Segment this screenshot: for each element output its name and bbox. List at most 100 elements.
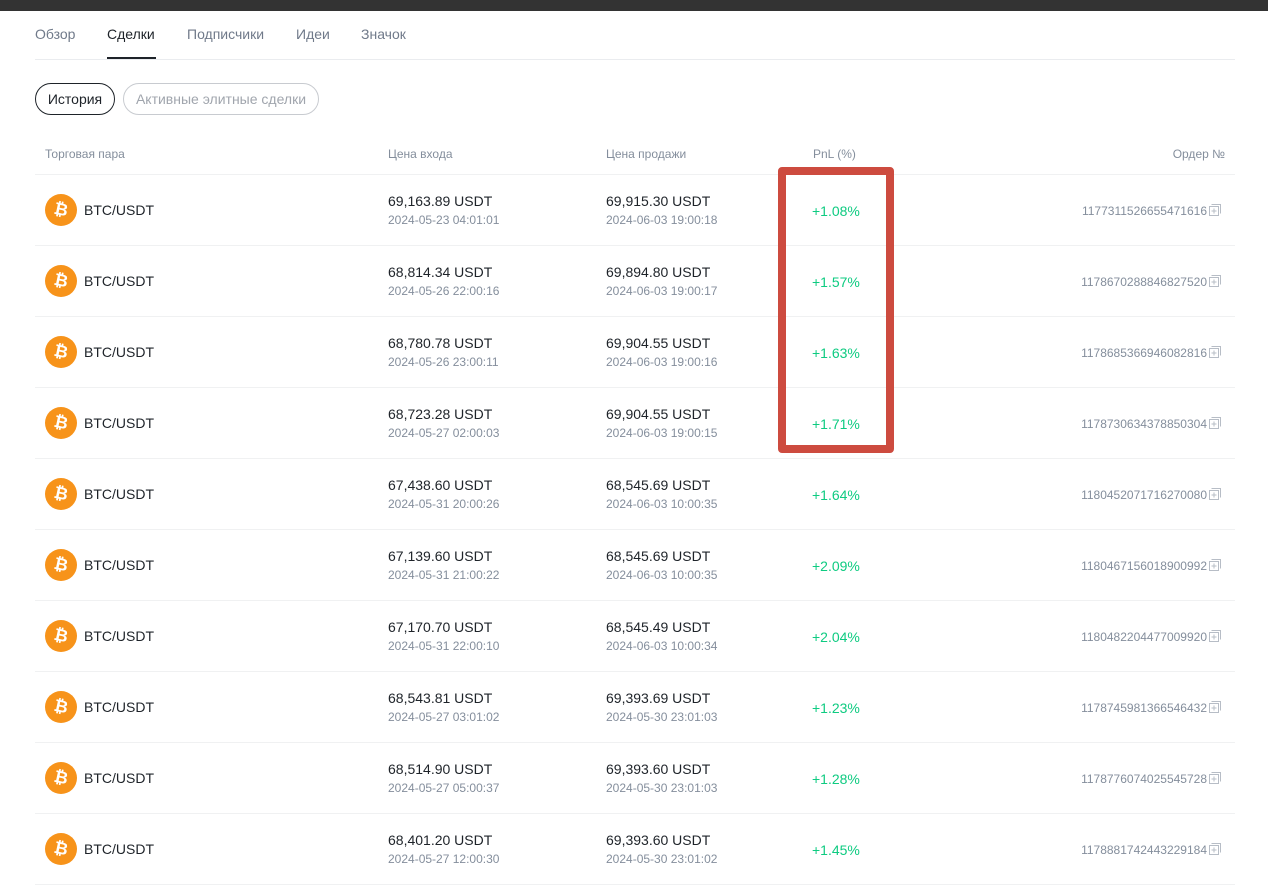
bitcoin-icon: ₿ xyxy=(45,478,77,510)
tab-overview[interactable]: Обзор xyxy=(35,26,75,42)
trading-pair: BTC/USDT xyxy=(84,628,154,644)
order-number: 1178745981366546432 xyxy=(1081,701,1207,715)
exit-time: 2024-06-03 19:00:16 xyxy=(606,355,718,369)
exit-price: 69,915.30 USDT xyxy=(606,193,711,209)
entry-time: 2024-05-27 05:00:37 xyxy=(388,781,500,795)
exit-price: 68,545.69 USDT xyxy=(606,477,711,493)
bitcoin-icon: ₿ xyxy=(45,549,77,581)
entry-time: 2024-05-31 21:00:22 xyxy=(388,568,500,582)
entry-time: 2024-05-26 23:00:11 xyxy=(388,355,499,369)
bitcoin-icon: ₿ xyxy=(45,194,77,226)
exit-time: 2024-06-03 19:00:15 xyxy=(606,426,718,440)
entry-price: 67,438.60 USDT xyxy=(388,477,493,493)
order-number: 1178670288846827520 xyxy=(1081,275,1207,289)
entry-time: 2024-05-23 04:01:01 xyxy=(388,213,500,227)
entry-price: 68,543.81 USDT xyxy=(388,690,493,706)
tab-ideas[interactable]: Идеи xyxy=(296,26,330,42)
tab-bar: Обзор Сделки Подписчики Идеи Значок xyxy=(35,11,1235,60)
trading-pair: BTC/USDT xyxy=(84,841,154,857)
exit-time: 2024-05-30 23:01:03 xyxy=(606,710,718,724)
exit-time: 2024-06-03 10:00:35 xyxy=(606,568,718,582)
bitcoin-icon: ₿ xyxy=(45,833,77,865)
pnl-value: +1.23% xyxy=(812,700,860,716)
exit-price: 69,393.69 USDT xyxy=(606,690,711,706)
column-header-pnl: PnL (%) xyxy=(813,147,856,161)
table-row: ₿ BTC/USDT 69,163.89 USDT 2024-05-23 04:01:… xyxy=(35,175,1235,246)
copy-icon[interactable] xyxy=(1209,345,1221,358)
exit-time: 2024-06-03 10:00:34 xyxy=(606,639,718,653)
copy-icon[interactable] xyxy=(1209,487,1221,500)
entry-time: 2024-05-31 20:00:26 xyxy=(388,497,500,511)
order-number: 1177311526655471616 xyxy=(1081,204,1207,218)
copy-icon[interactable] xyxy=(1209,274,1221,287)
order-number: 1178776074025545728 xyxy=(1081,772,1207,786)
tab-subscribers[interactable]: Подписчики xyxy=(187,26,264,42)
exit-time: 2024-05-30 23:01:03 xyxy=(606,781,718,795)
pnl-value: +1.71% xyxy=(812,416,860,432)
entry-price: 69,163.89 USDT xyxy=(388,193,493,209)
trading-pair: BTC/USDT xyxy=(84,202,154,218)
entry-price: 68,814.34 USDT xyxy=(388,264,493,280)
pnl-value: +1.64% xyxy=(812,487,860,503)
table-row: ₿ BTC/USDT 68,723.28 USDT 2024-05-27 02:00:… xyxy=(35,388,1235,459)
trading-pair: BTC/USDT xyxy=(84,770,154,786)
bitcoin-icon: ₿ xyxy=(45,620,77,652)
exit-time: 2024-06-03 19:00:17 xyxy=(606,284,718,298)
trades-table-body: ₿ BTC/USDT 69,163.89 USDT 2024-05-23 04:01:… xyxy=(35,175,1235,885)
exit-price: 69,393.60 USDT xyxy=(606,761,711,777)
order-number: 1178730634378850304 xyxy=(1081,417,1207,431)
column-header-entry-price: Цена входа xyxy=(388,147,453,161)
pnl-value: +1.57% xyxy=(812,274,860,290)
pnl-value: +1.28% xyxy=(812,771,860,787)
copy-icon[interactable] xyxy=(1209,629,1221,642)
entry-time: 2024-05-26 22:00:16 xyxy=(388,284,500,298)
entry-time: 2024-05-27 02:00:03 xyxy=(388,426,500,440)
history-filter-button[interactable]: История xyxy=(35,83,115,115)
table-row: ₿ BTC/USDT 68,401.20 USDT 2024-05-27 12:00:… xyxy=(35,814,1235,885)
entry-time: 2024-05-27 03:01:02 xyxy=(388,710,500,724)
exit-price: 68,545.49 USDT xyxy=(606,619,711,635)
exit-price: 69,904.55 USDT xyxy=(606,406,711,422)
tab-badge[interactable]: Значок xyxy=(361,26,406,42)
copy-icon[interactable] xyxy=(1209,203,1221,216)
trading-pair: BTC/USDT xyxy=(84,486,154,502)
entry-price: 68,723.28 USDT xyxy=(388,406,493,422)
pnl-value: +1.63% xyxy=(812,345,860,361)
order-number: 1180482204477009920 xyxy=(1081,630,1207,644)
table-row: ₿ BTC/USDT 68,514.90 USDT 2024-05-27 05:00:… xyxy=(35,743,1235,814)
trading-pair: BTC/USDT xyxy=(84,557,154,573)
exit-time: 2024-06-03 10:00:35 xyxy=(606,497,718,511)
table-row: ₿ BTC/USDT 68,543.81 USDT 2024-05-27 03:01:… xyxy=(35,672,1235,743)
exit-price: 69,393.60 USDT xyxy=(606,832,711,848)
table-row: ₿ BTC/USDT 67,170.70 USDT 2024-05-31 22:00:… xyxy=(35,601,1235,672)
table-row: ₿ BTC/USDT 67,438.60 USDT 2024-05-31 20:00:… xyxy=(35,459,1235,530)
bitcoin-icon: ₿ xyxy=(45,336,77,368)
copy-icon[interactable] xyxy=(1209,842,1221,855)
bitcoin-icon: ₿ xyxy=(45,265,77,297)
trading-pair: BTC/USDT xyxy=(84,273,154,289)
exit-price: 69,904.55 USDT xyxy=(606,335,711,351)
entry-price: 67,170.70 USDT xyxy=(388,619,493,635)
copy-icon[interactable] xyxy=(1209,771,1221,784)
bitcoin-icon: ₿ xyxy=(45,762,77,794)
column-header-exit-price: Цена продажи xyxy=(606,147,687,161)
entry-time: 2024-05-27 12:00:30 xyxy=(388,852,500,866)
top-bar xyxy=(0,0,1268,11)
tab-trades[interactable]: Сделки xyxy=(107,26,155,42)
active-elite-trades-filter-button[interactable]: Активные элитные сделки xyxy=(123,83,319,115)
exit-price: 69,894.80 USDT xyxy=(606,264,711,280)
copy-icon[interactable] xyxy=(1209,416,1221,429)
trading-pair: BTC/USDT xyxy=(84,415,154,431)
copy-icon[interactable] xyxy=(1209,558,1221,571)
exit-time: 2024-06-03 19:00:18 xyxy=(606,213,718,227)
column-header-order: Ордер № xyxy=(1172,147,1225,161)
trading-pair: BTC/USDT xyxy=(84,344,154,360)
order-number: 1178881742443229184 xyxy=(1081,843,1207,857)
entry-price: 67,139.60 USDT xyxy=(388,548,493,564)
table-header: Торговая пара Цена входа Цена продажи Pn… xyxy=(35,131,1235,175)
order-number: 1178685366946082816 xyxy=(1081,346,1207,360)
entry-price: 68,780.78 USDT xyxy=(388,335,493,351)
bitcoin-icon: ₿ xyxy=(45,407,77,439)
column-header-pair: Торговая пара xyxy=(45,147,125,161)
copy-icon[interactable] xyxy=(1209,700,1221,713)
